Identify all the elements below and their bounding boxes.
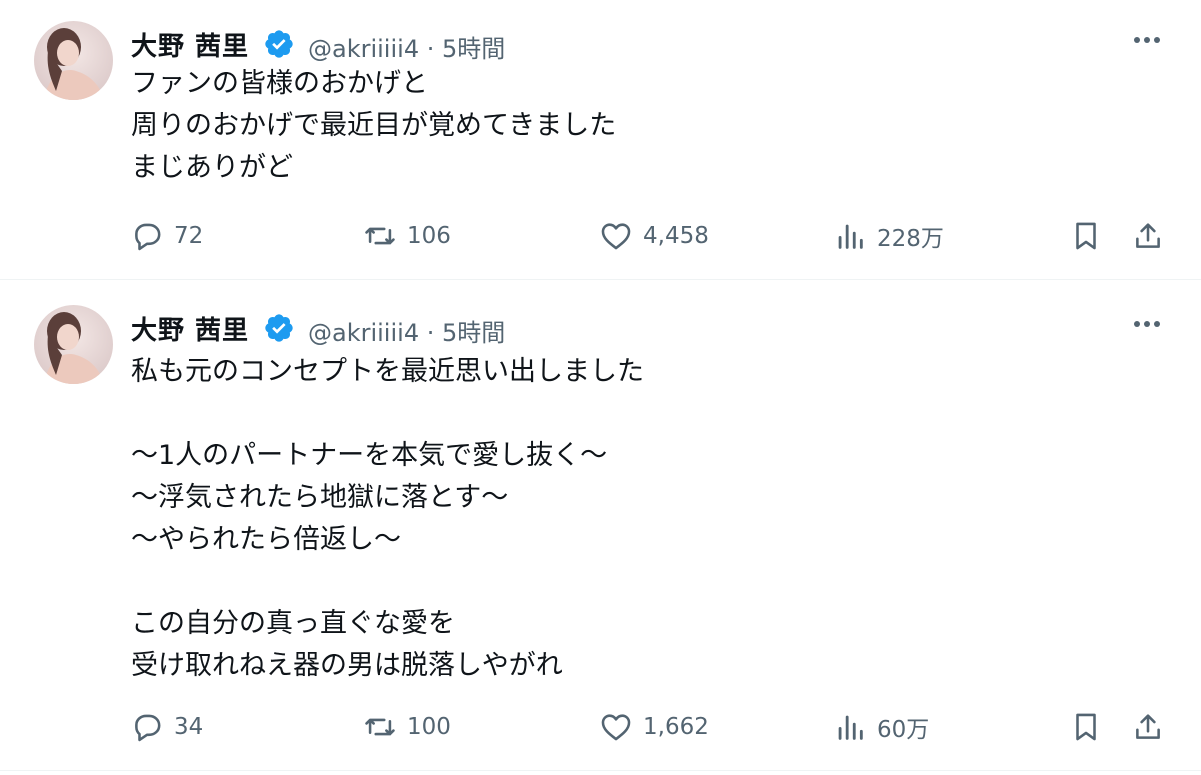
retweet-button[interactable]: 106 [363, 214, 451, 258]
author-meta: @akriiiii4 · 5時間 [308, 29, 505, 64]
author-meta: @akriiiii4 · 5時間 [308, 313, 505, 348]
author-name[interactable]: 大野 茜里 [131, 26, 249, 63]
views-button[interactable]: 228万 [833, 214, 944, 258]
more-icon[interactable] [1131, 314, 1163, 334]
like-count: 1,662 [643, 714, 709, 740]
bookmark-icon [1076, 713, 1096, 741]
share-icon [1136, 223, 1160, 248]
retweet-count: 106 [407, 223, 451, 249]
view-count: 60万 [877, 717, 930, 743]
meta-separator: · [426, 35, 435, 63]
share-button[interactable] [1131, 214, 1165, 258]
avatar[interactable] [34, 305, 113, 384]
tweet-text: ファンの皆様のおかげと 周りのおかげで最近目が覚めてきました まじありがど [131, 68, 617, 183]
reply-count: 72 [174, 223, 204, 249]
tweet-time[interactable]: 5時間 [442, 319, 505, 347]
views-button[interactable]: 60万 [833, 705, 929, 749]
view-count: 228万 [877, 226, 944, 252]
retweet-icon [365, 227, 395, 245]
author-handle[interactable]: @akriiiii4 [308, 319, 419, 347]
like-icon [601, 223, 631, 250]
views-icon [838, 715, 863, 740]
tweet-actions: 72 106 4,458 228万 [0, 214, 1201, 258]
reply-count: 34 [174, 714, 204, 740]
share-button[interactable] [1131, 705, 1165, 749]
views-icon [838, 224, 863, 249]
avatar[interactable] [34, 21, 113, 100]
tweet-time[interactable]: 5時間 [442, 35, 505, 63]
retweet-icon [365, 718, 395, 736]
like-count: 4,458 [643, 223, 709, 249]
reply-icon [135, 714, 161, 742]
share-icon [1136, 714, 1160, 739]
author-handle[interactable]: @akriiiii4 [308, 35, 419, 63]
retweet-button[interactable]: 100 [363, 705, 451, 749]
meta-separator: · [426, 319, 435, 347]
reply-button[interactable]: 72 [130, 214, 203, 258]
verified-badge-icon [265, 314, 293, 342]
like-icon [601, 714, 631, 741]
more-icon[interactable] [1131, 30, 1163, 50]
like-button[interactable]: 4,458 [599, 214, 709, 258]
bookmark-icon [1076, 222, 1096, 250]
reply-icon [135, 223, 161, 251]
like-button[interactable]: 1,662 [599, 705, 709, 749]
bookmark-button[interactable] [1069, 705, 1103, 749]
tweet[interactable]: 大野 茜里 @akriiiii4 · 5時間 ファンの皆様のおかげと 周りのおか… [0, 0, 1201, 280]
tweet[interactable]: 大野 茜里 @akriiiii4 · 5時間 私も元のコンセプトを最近思い出しま… [0, 280, 1201, 771]
author-name[interactable]: 大野 茜里 [131, 310, 249, 347]
bookmark-button[interactable] [1069, 214, 1103, 258]
verified-badge-icon [265, 30, 293, 58]
retweet-count: 100 [407, 714, 451, 740]
tweet-actions: 34 100 1,662 60万 [0, 705, 1201, 749]
reply-button[interactable]: 34 [130, 705, 203, 749]
tweet-text: 私も元のコンセプトを最近思い出しました 〜1人のパートナーを本気で愛し抜く〜 〜… [131, 356, 644, 681]
